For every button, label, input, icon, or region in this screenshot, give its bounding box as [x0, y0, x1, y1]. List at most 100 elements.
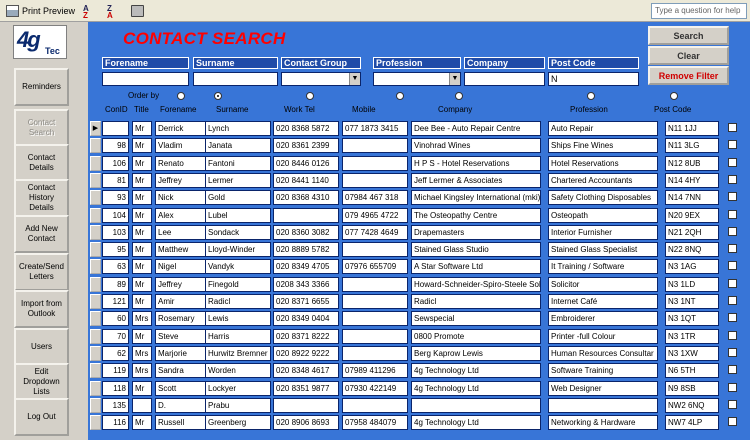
record-selector[interactable]	[90, 207, 101, 223]
cell-id[interactable]: 98	[102, 138, 129, 154]
cell-work[interactable]: 020 8441 1140	[273, 172, 339, 188]
cell-work[interactable]: 020 8371 6655	[273, 294, 339, 309]
cell-post[interactable]: N11 1JJ	[665, 121, 719, 136]
record-selector[interactable]	[90, 363, 101, 379]
record-selector[interactable]	[90, 155, 101, 171]
order-by-contact-group-radio[interactable]	[306, 92, 314, 100]
cell-forename[interactable]: Nigel	[155, 259, 210, 275]
row-checkbox[interactable]	[728, 244, 737, 254]
cell-company[interactable]: Stained Glass Studio	[411, 242, 541, 258]
contact-group-select[interactable]: ▼	[281, 72, 361, 86]
cell-forename[interactable]: Nick	[155, 190, 210, 206]
cell-company[interactable]: 4g Technology Ltd	[411, 380, 541, 396]
cell-company[interactable]: 0800 Promote	[411, 328, 541, 344]
sidebar-item-add-new-contact[interactable]: Add New Contact	[14, 215, 69, 253]
cell-surname[interactable]: Greenberg	[205, 415, 271, 431]
row-checkbox[interactable]	[728, 347, 737, 357]
row-checkbox[interactable]	[728, 226, 737, 236]
cell-id[interactable]: 106	[102, 155, 129, 171]
cell-surname[interactable]: Lubel	[205, 207, 271, 223]
cell-id[interactable]	[102, 121, 129, 136]
cell-mobile[interactable]: 07984 467 318	[342, 190, 408, 206]
cell-forename[interactable]: Marjorie	[155, 345, 210, 361]
cell-company[interactable]: The Osteopathy Centre	[411, 207, 541, 223]
row-checkbox[interactable]	[728, 296, 737, 305]
cell-profession[interactable]: Safety Clothing Disposables	[548, 190, 658, 206]
cell-forename[interactable]: Lee	[155, 224, 210, 240]
cell-id[interactable]: 89	[102, 276, 129, 292]
cell-mobile[interactable]	[342, 294, 408, 309]
clear-button[interactable]: Clear	[648, 46, 729, 65]
cell-title[interactable]: Mr	[132, 415, 152, 431]
cell-post[interactable]: N3 1NT	[665, 294, 719, 309]
sidebar-item-users[interactable]: Users	[14, 328, 69, 366]
cell-title[interactable]: Mr	[132, 155, 152, 171]
chevron-down-icon[interactable]: ▼	[449, 73, 460, 85]
sidebar-item-reminders[interactable]: Reminders	[14, 68, 69, 106]
cell-title[interactable]: Mr	[132, 138, 152, 154]
row-checkbox[interactable]	[728, 278, 737, 288]
cell-surname[interactable]: Radicl	[205, 294, 271, 309]
cell-mobile[interactable]: 079 4965 4722	[342, 207, 408, 223]
record-selector[interactable]	[90, 190, 101, 206]
cell-title[interactable]: Mrs	[132, 345, 152, 361]
print-preview-button[interactable]: Print Preview	[3, 2, 78, 20]
cell-mobile[interactable]	[342, 311, 408, 327]
cell-id[interactable]: 95	[102, 242, 129, 258]
cell-title[interactable]: Mr	[132, 242, 152, 258]
cell-title[interactable]: Mr	[132, 294, 152, 309]
cell-forename[interactable]: Scott	[155, 380, 210, 396]
cell-company[interactable]: Berg Kaprow Lewis	[411, 345, 541, 361]
cell-title[interactable]: Mr	[132, 207, 152, 223]
cell-id[interactable]: 63	[102, 259, 129, 275]
cell-surname[interactable]: Worden	[205, 363, 271, 379]
cell-profession[interactable]: Web Designer	[548, 380, 658, 396]
cell-post[interactable]: N3 1AG	[665, 259, 719, 275]
record-selector[interactable]	[90, 328, 101, 344]
cell-forename[interactable]: Jeffrey	[155, 172, 210, 188]
forename-input[interactable]	[102, 72, 189, 86]
row-checkbox[interactable]	[728, 140, 737, 150]
company-input[interactable]	[464, 72, 545, 86]
cell-surname[interactable]: Lockyer	[205, 380, 271, 396]
cell-post[interactable]: N3 1LD	[665, 276, 719, 292]
cell-forename[interactable]: Renato	[155, 155, 210, 171]
row-checkbox[interactable]	[728, 192, 737, 202]
cell-profession[interactable]: Solicitor	[548, 276, 658, 292]
cell-profession[interactable]: Hotel Reservations	[548, 155, 658, 171]
cell-title[interactable]: Mr	[132, 276, 152, 292]
cell-work[interactable]: 020 8361 2399	[273, 138, 339, 154]
cell-forename[interactable]: Amir	[155, 294, 210, 309]
record-selector[interactable]	[90, 397, 101, 413]
cell-title[interactable]: Mr	[132, 190, 152, 206]
cell-work[interactable]: 020 8349 4705	[273, 259, 339, 275]
cell-work[interactable]: 0208 343 3366	[273, 276, 339, 292]
remove-filter-button[interactable]: Remove Filter	[648, 66, 729, 85]
cell-id[interactable]: 135	[102, 397, 129, 413]
cell-company[interactable]: Jeff Lermer & Associates	[411, 172, 541, 188]
cell-mobile[interactable]	[342, 397, 408, 413]
cell-post[interactable]: NW7 4LP	[665, 415, 719, 431]
record-selector[interactable]	[90, 259, 101, 275]
cell-surname[interactable]: Vandyk	[205, 259, 271, 275]
cell-id[interactable]: 81	[102, 172, 129, 188]
cell-title[interactable]: Mr	[132, 259, 152, 275]
cell-surname[interactable]: Sondack	[205, 224, 271, 240]
cell-post[interactable]: NW2 6NQ	[665, 397, 719, 413]
cell-post[interactable]: N21 2QH	[665, 224, 719, 240]
cell-mobile[interactable]: 077 7428 4649	[342, 224, 408, 240]
sidebar-item-contact-history-details[interactable]: Contact History Details	[14, 179, 69, 217]
cell-id[interactable]: 118	[102, 380, 129, 396]
cell-surname[interactable]: Lermer	[205, 172, 271, 188]
cell-company[interactable]: Howard-Schneider-Spiro-Steele Sol	[411, 276, 541, 292]
record-selector[interactable]	[90, 311, 101, 327]
row-checkbox[interactable]	[728, 174, 737, 184]
post-code-input[interactable]: N	[548, 72, 639, 86]
cell-mobile[interactable]: 07930 422149	[342, 380, 408, 396]
row-checkbox[interactable]	[728, 313, 737, 323]
cell-profession[interactable]: Human Resources Consultar	[548, 345, 658, 361]
cell-title[interactable]: Mr	[132, 380, 152, 396]
cell-work[interactable]: 020 8889 5782	[273, 242, 339, 258]
order-by-surname-radio[interactable]	[214, 92, 222, 100]
record-selector[interactable]	[90, 242, 101, 258]
